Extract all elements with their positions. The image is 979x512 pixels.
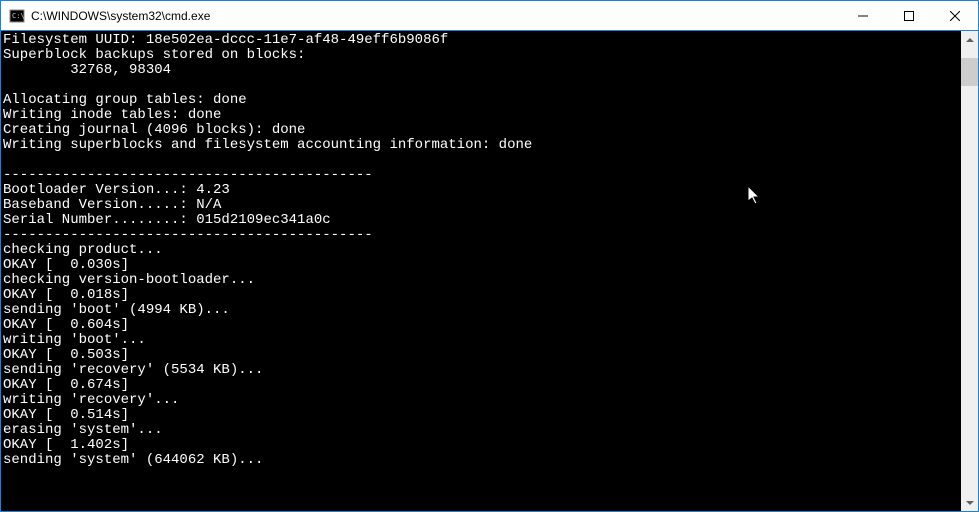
vertical-scrollbar[interactable]: [961, 31, 978, 511]
scroll-up-button[interactable]: [961, 31, 978, 48]
svg-text:C:\: C:\: [12, 12, 25, 20]
terminal-line: OKAY [ 0.604s]: [3, 318, 959, 333]
terminal-line: 32768, 98304: [3, 63, 959, 78]
client-area: Filesystem UUID: 18e502ea-dccc-11e7-af48…: [1, 31, 978, 511]
terminal-line: ----------------------------------------…: [3, 228, 959, 243]
window-controls: [840, 1, 978, 30]
scroll-down-button[interactable]: [961, 494, 978, 511]
terminal-line: checking version-bootloader...: [3, 273, 959, 288]
terminal-line: writing 'recovery'...: [3, 393, 959, 408]
terminal-line: Writing inode tables: done: [3, 108, 959, 123]
scroll-thumb[interactable]: [961, 58, 978, 86]
titlebar[interactable]: C:\ C:\WINDOWS\system32\cmd.exe: [1, 1, 978, 31]
terminal-line: Writing superblocks and filesystem accou…: [3, 138, 959, 153]
maximize-button[interactable]: [886, 1, 932, 30]
terminal-line: Filesystem UUID: 18e502ea-dccc-11e7-af48…: [3, 33, 959, 48]
terminal-line: Superblock backups stored on blocks:: [3, 48, 959, 63]
terminal-output[interactable]: Filesystem UUID: 18e502ea-dccc-11e7-af48…: [1, 31, 961, 511]
terminal-line: Allocating group tables: done: [3, 93, 959, 108]
terminal-line: OKAY [ 0.018s]: [3, 288, 959, 303]
terminal-line: [3, 78, 959, 93]
terminal-line: Bootloader Version...: 4.23: [3, 183, 959, 198]
terminal-line: sending 'system' (644062 KB)...: [3, 453, 959, 468]
window-title: C:\WINDOWS\system32\cmd.exe: [31, 9, 840, 23]
terminal-line: [3, 153, 959, 168]
close-button[interactable]: [932, 1, 978, 30]
terminal-line: Serial Number........: 015d2109ec341a0c: [3, 213, 959, 228]
terminal-line: sending 'boot' (4994 KB)...: [3, 303, 959, 318]
terminal-line: OKAY [ 0.674s]: [3, 378, 959, 393]
terminal-line: checking product...: [3, 243, 959, 258]
terminal-line: OKAY [ 0.514s]: [3, 408, 959, 423]
terminal-line: ----------------------------------------…: [3, 168, 959, 183]
terminal-line: Creating journal (4096 blocks): done: [3, 123, 959, 138]
terminal-line: OKAY [ 0.503s]: [3, 348, 959, 363]
terminal-line: OKAY [ 0.030s]: [3, 258, 959, 273]
cmd-icon: C:\: [9, 8, 25, 24]
terminal-line: erasing 'system'...: [3, 423, 959, 438]
terminal-line: sending 'recovery' (5534 KB)...: [3, 363, 959, 378]
terminal-line: writing 'boot'...: [3, 333, 959, 348]
terminal-line: Baseband Version.....: N/A: [3, 198, 959, 213]
minimize-button[interactable]: [840, 1, 886, 30]
scroll-track[interactable]: [961, 48, 978, 494]
terminal-line: OKAY [ 1.402s]: [3, 438, 959, 453]
